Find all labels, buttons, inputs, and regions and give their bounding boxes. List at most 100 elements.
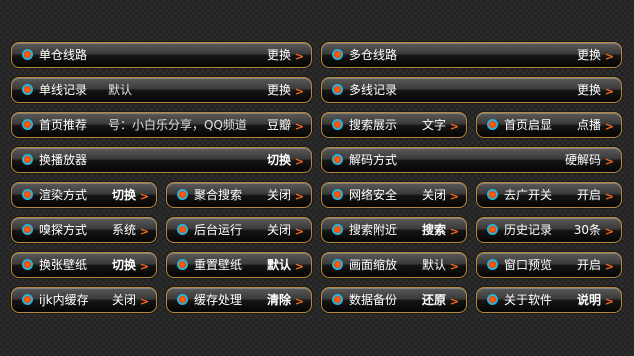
setting-value: 关闭 [266, 188, 291, 202]
setting-label: 聚合搜索 [194, 188, 243, 202]
chevron-right-icon: > [604, 155, 614, 168]
aggregate-search-button[interactable]: 聚合搜索 关闭 > [166, 182, 312, 208]
about-button[interactable]: 关于软件 说明 > [476, 287, 622, 313]
setting-label: 搜索附近 [349, 223, 398, 237]
setting-label: 单线记录 [39, 83, 88, 97]
chevron-right-icon: > [139, 260, 149, 273]
setting-value: 更换 [576, 48, 601, 62]
chevron-right-icon: > [294, 120, 304, 133]
setting-value: 切换 [266, 153, 291, 167]
ijk-cache-button[interactable]: ijk内缓存 关闭 > [11, 287, 157, 313]
home-startup-button[interactable]: 首页启显 点播 > [476, 112, 622, 138]
decode-mode-button[interactable]: 解码方式 硬解码 > [321, 147, 622, 173]
radio-dot-icon [332, 49, 343, 60]
chevron-right-icon: > [294, 155, 304, 168]
setting-label: 解码方式 [349, 153, 398, 167]
chevron-right-icon: > [449, 295, 459, 308]
setting-label: ijk内缓存 [39, 293, 89, 307]
setting-label: 多仓线路 [349, 48, 398, 62]
setting-label: 去广开关 [504, 188, 553, 202]
single-record-button[interactable]: 单线记录 默认 更换 > [11, 77, 312, 103]
radio-dot-icon [177, 294, 188, 305]
data-backup-button[interactable]: 数据备份 还原 > [321, 287, 467, 313]
multi-record-button[interactable]: 多线记录 更换 > [321, 77, 622, 103]
setting-value: 更换 [576, 83, 601, 97]
radio-dot-icon [487, 189, 498, 200]
render-mode-button[interactable]: 渲染方式 切换 > [11, 182, 157, 208]
radio-dot-icon [22, 189, 33, 200]
background-run-button[interactable]: 后台运行 关闭 > [166, 217, 312, 243]
radio-dot-icon [22, 84, 33, 95]
chevron-right-icon: > [449, 120, 459, 133]
setting-label: 单仓线路 [39, 48, 88, 62]
setting-value: 更换 [266, 48, 291, 62]
cache-handle-button[interactable]: 缓存处理 清除 > [166, 287, 312, 313]
radio-dot-icon [22, 154, 33, 165]
setting-label: 关于软件 [504, 293, 553, 307]
setting-value: 说明 [576, 293, 601, 307]
multi-route-button[interactable]: 多仓线路 更换 > [321, 42, 622, 68]
chevron-right-icon: > [604, 50, 614, 63]
radio-dot-icon [332, 259, 343, 270]
history-button[interactable]: 历史记录 30条 > [476, 217, 622, 243]
radio-dot-icon [487, 119, 498, 130]
window-preview-button[interactable]: 窗口预览 开启 > [476, 252, 622, 278]
chevron-right-icon: > [139, 225, 149, 238]
chevron-right-icon: > [449, 190, 459, 203]
ad-switch-button[interactable]: 去广开关 开启 > [476, 182, 622, 208]
chevron-right-icon: > [294, 85, 304, 98]
setting-value: 开启 [576, 188, 601, 202]
radio-dot-icon [22, 224, 33, 235]
setting-value: 开启 [576, 258, 601, 272]
chevron-right-icon: > [449, 225, 459, 238]
search-nearby-button[interactable]: 搜索附近 搜索 > [321, 217, 467, 243]
setting-label: 首页启显 [504, 118, 553, 132]
radio-dot-icon [332, 119, 343, 130]
radio-dot-icon [487, 224, 498, 235]
chevron-right-icon: > [604, 190, 614, 203]
radio-dot-icon [22, 119, 33, 130]
sniff-mode-button[interactable]: 嗅探方式 系统 > [11, 217, 157, 243]
chevron-right-icon: > [294, 225, 304, 238]
radio-dot-icon [487, 294, 498, 305]
radio-dot-icon [487, 259, 498, 270]
setting-value: 默认 [266, 258, 291, 272]
chevron-right-icon: > [294, 295, 304, 308]
setting-label: 搜索展示 [349, 118, 398, 132]
chevron-right-icon: > [604, 225, 614, 238]
setting-label: 画面缩放 [349, 258, 398, 272]
reset-wallpaper-button[interactable]: 重置壁纸 默认 > [166, 252, 312, 278]
setting-label: 缓存处理 [194, 293, 243, 307]
setting-label: 重置壁纸 [194, 258, 243, 272]
search-display-button[interactable]: 搜索展示 文字 > [321, 112, 467, 138]
radio-dot-icon [22, 49, 33, 60]
chevron-right-icon: > [139, 295, 149, 308]
switch-player-button[interactable]: 换播放器 切换 > [11, 147, 312, 173]
setting-label: 换播放器 [39, 153, 88, 167]
change-wallpaper-button[interactable]: 换张壁纸 切换 > [11, 252, 157, 278]
radio-dot-icon [177, 259, 188, 270]
radio-dot-icon [332, 294, 343, 305]
radio-dot-icon [332, 154, 343, 165]
chevron-right-icon: > [294, 50, 304, 63]
single-route-button[interactable]: 单仓线路 更换 > [11, 42, 312, 68]
chevron-right-icon: > [139, 190, 149, 203]
home-recommend-button[interactable]: 首页推荐 号：小白乐分享，QQ频道 豆瓣 > [11, 112, 312, 138]
setting-value: 30条 [573, 223, 601, 237]
setting-value: 关闭 [111, 293, 136, 307]
radio-dot-icon [332, 224, 343, 235]
setting-label: 首页推荐 [39, 118, 88, 132]
chevron-right-icon: > [604, 85, 614, 98]
chevron-right-icon: > [294, 190, 304, 203]
radio-dot-icon [177, 189, 188, 200]
setting-label: 历史记录 [504, 223, 553, 237]
network-security-button[interactable]: 网络安全 关闭 > [321, 182, 467, 208]
screen-scale-button[interactable]: 画面缩放 默认 > [321, 252, 467, 278]
setting-label: 多线记录 [349, 83, 398, 97]
chevron-right-icon: > [449, 260, 459, 273]
setting-value: 切换 [111, 188, 136, 202]
setting-value: 关闭 [421, 188, 446, 202]
radio-dot-icon [22, 259, 33, 270]
radio-dot-icon [332, 84, 343, 95]
setting-value: 硬解码 [564, 153, 601, 167]
